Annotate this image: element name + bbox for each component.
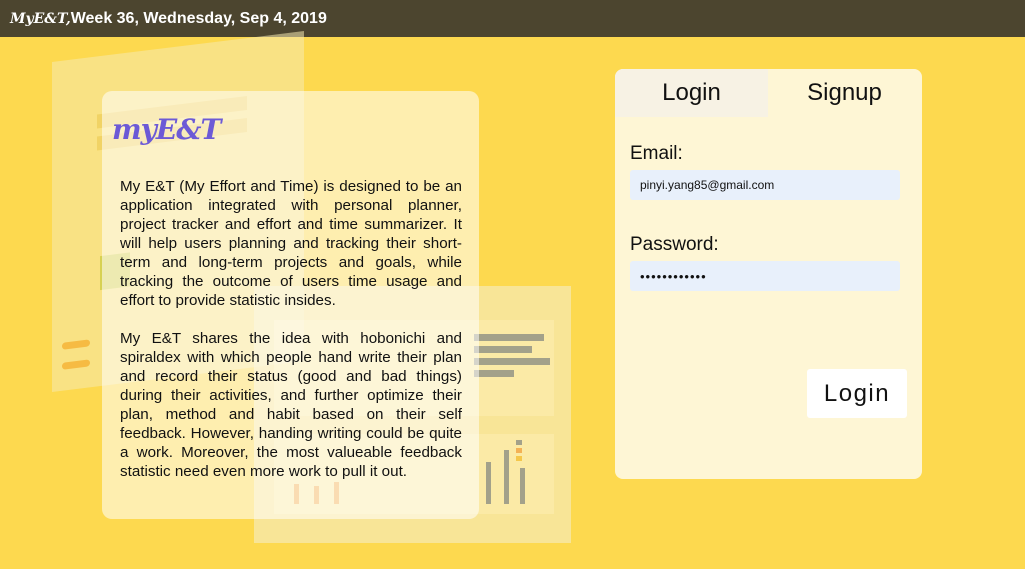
password-field[interactable] [630,261,900,291]
top-bar: MyE&T, Week 36, Wednesday, Sep 4, 2019 [0,0,1025,37]
tab-signup[interactable]: Signup [768,69,921,117]
password-label: Password: [630,234,719,255]
app-logo: myE&T [112,113,221,146]
about-card: myE&T My E&T (My Effort and Time) is des… [102,91,479,519]
email-label: Email: [630,143,683,164]
login-card: Login Signup Email: Password: Login [615,69,922,479]
email-field[interactable] [630,170,900,200]
login-button[interactable]: Login [807,369,907,418]
about-paragraph-2: My E&T shares the idea with hobonichi an… [120,330,462,480]
about-description: My E&T (My Effort and Time) is designed … [120,177,462,500]
brand-logo[interactable]: MyE&T, [10,11,71,27]
tab-login[interactable]: Login [615,69,768,117]
date-text: Week 36, Wednesday, Sep 4, 2019 [70,9,327,27]
about-paragraph-1: My E&T (My Effort and Time) is designed … [120,178,462,309]
